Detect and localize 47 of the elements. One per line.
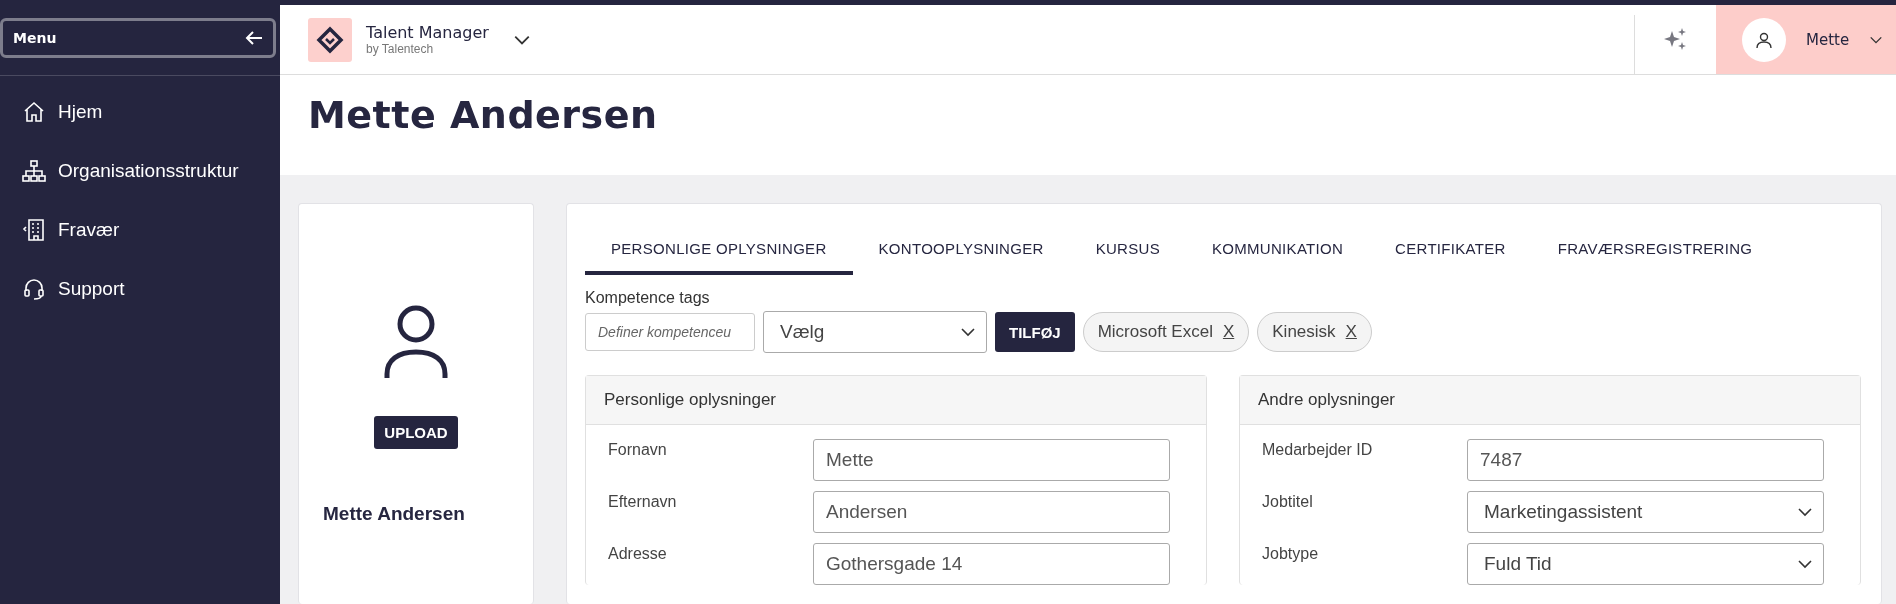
upload-button[interactable]: UPLOAD [374,416,458,449]
app-vendor: by Talentech [366,42,435,56]
menu-button[interactable]: Menu [0,18,276,58]
nav-item[interactable]: Support [22,275,280,302]
tag-label: Kinesisk [1272,322,1336,342]
tab[interactable]: KURSUS [1069,224,1186,275]
headset-icon [22,276,46,301]
arrow-left-icon [245,30,263,46]
app-name: Talent Manager [366,23,489,42]
nav-item[interactable]: Organisationsstruktur [22,157,280,184]
avatar-icon [1742,17,1786,62]
competence-select[interactable]: Vælg [763,311,987,353]
user-silhouette-icon [383,304,449,380]
nav-item[interactable]: Hjem [22,98,280,125]
remove-tag-button[interactable]: X [1345,322,1357,342]
hierarchy-icon [22,158,46,183]
tab[interactable]: FRAVÆRSREGISTRERING [1531,224,1779,275]
field-label: Kompetence tags [585,289,711,307]
profile-name: Mette Andersen [323,503,465,525]
app-logo [308,17,352,62]
competence-input[interactable]: Definer kompetenceu [585,313,755,351]
input-field[interactable]: Mette [813,439,1170,481]
field-label: Fornavn [608,440,668,459]
tab[interactable]: CERTIFIKATER [1369,224,1532,275]
field-label: Adresse [608,544,668,563]
field-label: Jobtitel [1262,492,1314,511]
panel-title: Personlige oplysninger [586,376,1206,425]
select-field[interactable]: Fuld Tid [1467,543,1824,585]
field-label: Medarbejder ID [1262,440,1374,459]
input-field[interactable]: Andersen [813,491,1170,533]
input-field[interactable]: 7487 [1467,439,1824,481]
tab[interactable]: KONTOOPLYSNINGER [852,224,1070,275]
tab[interactable]: PERSONLIGE OPLYSNINGER [585,224,853,275]
panel-title: Andre oplysninger [1240,376,1860,425]
nav-item[interactable]: Fravær [22,216,280,243]
add-button[interactable]: TILFØJ [995,312,1075,352]
page-title: Mette Andersen [308,93,659,137]
field-label: Efternavn [608,492,678,511]
tag-label: Microsoft Excel [1097,322,1213,342]
home-icon [22,99,46,124]
input-field[interactable]: Gothersgade 14 [813,543,1170,585]
tab[interactable]: KOMMUNIKATION [1186,224,1370,275]
user-menu-button[interactable]: Mette [1716,5,1896,74]
building-icon [22,217,46,242]
remove-tag-button[interactable]: X [1222,322,1235,342]
field-label: Jobtype [1262,544,1320,563]
select-field[interactable]: Marketingassistent [1467,491,1824,533]
